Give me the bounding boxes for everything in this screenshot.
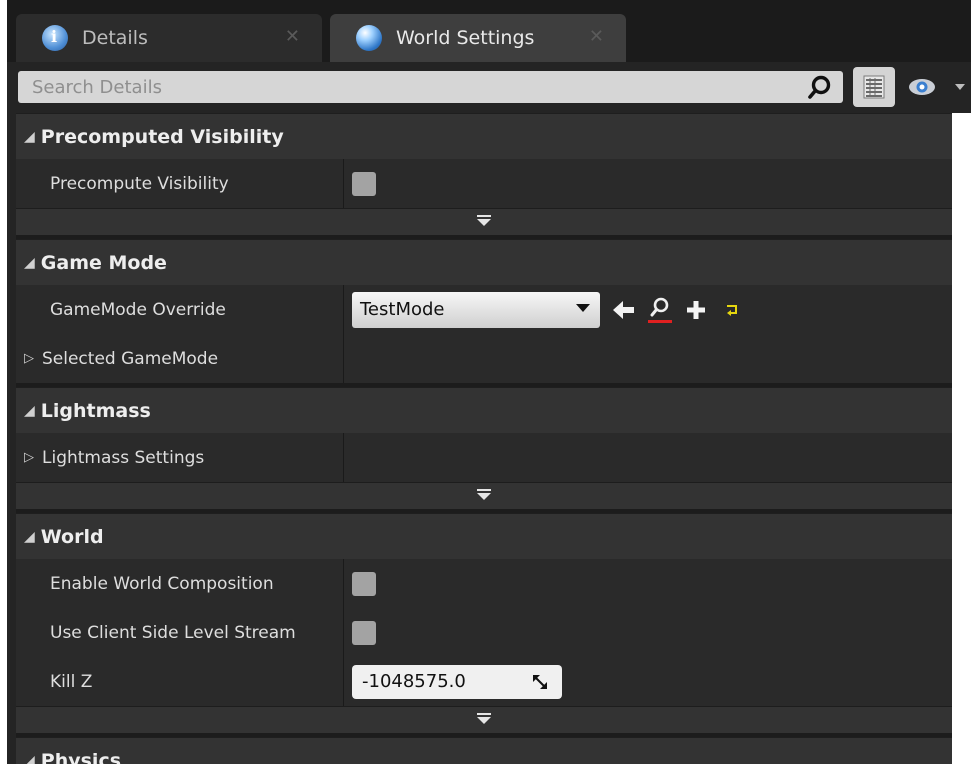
- property-row-gamemode-override: GameMode Override TestMode: [16, 285, 959, 334]
- category-precomputed-visibility[interactable]: ◢ Precomputed Visibility: [16, 113, 959, 159]
- advanced-expander[interactable]: [16, 706, 959, 733]
- close-icon[interactable]: ✕: [285, 26, 300, 47]
- view-options-button[interactable]: [853, 67, 895, 107]
- details-content: ◢ Precomputed Visibility Precompute Visi…: [16, 113, 959, 764]
- category-game-mode[interactable]: ◢ Game Mode: [16, 239, 959, 285]
- eye-icon[interactable]: [907, 75, 967, 99]
- details-panel: Details ✕ World Settings ✕: [7, 0, 971, 764]
- grid-list-icon: [863, 75, 885, 99]
- use-selected-button[interactable]: [612, 297, 636, 323]
- close-icon[interactable]: ✕: [589, 26, 604, 47]
- collapse-triangle-icon: ◢: [24, 402, 35, 419]
- reset-arrow-icon: [727, 304, 737, 316]
- combo-value: TestMode: [360, 299, 445, 320]
- search-box: [18, 71, 843, 103]
- property-row-client-side-level-stream: Use Client Side Level Stream: [16, 608, 959, 657]
- kill-z-numeric-input[interactable]: -1048575.0: [352, 664, 562, 699]
- client-side-level-stream-checkbox[interactable]: [352, 620, 376, 645]
- property-row-lightmass-settings: ▷ Lightmass Settings: [16, 433, 959, 482]
- advanced-expander[interactable]: [16, 208, 959, 235]
- enable-world-composition-checkbox[interactable]: [352, 571, 376, 596]
- search-icon[interactable]: [807, 74, 833, 100]
- gamemode-override-combo[interactable]: TestMode: [352, 291, 600, 328]
- property-label: GameMode Override: [50, 299, 226, 320]
- tab-world-settings-label: World Settings: [396, 27, 535, 49]
- search-input[interactable]: [18, 71, 798, 103]
- collapse-triangle-icon: ◢: [24, 752, 35, 764]
- world-globe-icon: [356, 25, 382, 51]
- expand-advanced-icon: [477, 215, 491, 226]
- column-divider[interactable]: [343, 559, 344, 608]
- tab-details[interactable]: Details ✕: [16, 14, 322, 62]
- category-physics[interactable]: ◢ Physics: [16, 737, 959, 764]
- collapse-triangle-icon: ◢: [24, 528, 35, 545]
- expand-advanced-icon: [477, 489, 491, 500]
- category-title: World: [40, 525, 104, 548]
- property-row-enable-world-composition: Enable World Composition: [16, 559, 959, 608]
- tab-world-settings[interactable]: World Settings ✕: [330, 14, 626, 62]
- new-button[interactable]: [684, 297, 708, 323]
- precompute-visibility-checkbox[interactable]: [352, 171, 376, 196]
- chevron-down-icon: [576, 303, 590, 312]
- plus-icon: [687, 300, 705, 319]
- expand-triangle-icon[interactable]: ▷: [24, 450, 34, 465]
- window-edge: [952, 113, 971, 764]
- column-divider[interactable]: [343, 608, 344, 657]
- browse-button[interactable]: [648, 297, 672, 323]
- column-divider[interactable]: [343, 159, 344, 208]
- tab-bar: Details ✕ World Settings ✕: [7, 0, 971, 62]
- property-label[interactable]: ▷ Lightmass Settings: [16, 433, 343, 482]
- reset-to-default-button[interactable]: [720, 297, 744, 323]
- column-divider[interactable]: [343, 433, 344, 482]
- property-label: Kill Z: [50, 671, 93, 692]
- property-label[interactable]: ▷ Selected GameMode: [16, 334, 343, 383]
- property-label-text: Lightmass Settings: [42, 447, 205, 468]
- category-title: Physics: [40, 749, 122, 764]
- property-row-precompute-visibility: Precompute Visibility: [16, 159, 959, 208]
- category-title: Game Mode: [40, 251, 167, 274]
- column-divider[interactable]: [343, 657, 344, 706]
- info-icon: [42, 25, 68, 51]
- column-divider[interactable]: [343, 334, 344, 383]
- expand-triangle-icon[interactable]: ▷: [24, 351, 34, 366]
- collapse-triangle-icon: ◢: [24, 254, 35, 271]
- resize-arrows-icon: [533, 674, 547, 689]
- property-label-text: Selected GameMode: [42, 348, 219, 369]
- property-row-selected-gamemode: ▷ Selected GameMode: [16, 334, 959, 383]
- category-world[interactable]: ◢ World: [16, 513, 959, 559]
- collapse-triangle-icon: ◢: [24, 128, 35, 145]
- category-title: Lightmass: [40, 399, 151, 422]
- property-label: Precompute Visibility: [50, 173, 229, 194]
- tab-details-label: Details: [82, 27, 148, 49]
- expand-advanced-icon: [477, 713, 491, 724]
- property-label: Use Client Side Level Stream: [50, 622, 296, 643]
- category-title: Precomputed Visibility: [40, 125, 284, 148]
- column-divider[interactable]: [343, 285, 344, 334]
- numeric-value: -1048575.0: [362, 671, 466, 692]
- category-lightmass[interactable]: ◢ Lightmass: [16, 387, 959, 433]
- property-label: Enable World Composition: [50, 573, 274, 594]
- advanced-expander[interactable]: [16, 482, 959, 509]
- search-row: [7, 62, 971, 113]
- property-row-kill-z: Kill Z -1048575.0: [16, 657, 959, 706]
- arrow-left-icon: [613, 300, 634, 319]
- browse-search-icon: [648, 297, 672, 323]
